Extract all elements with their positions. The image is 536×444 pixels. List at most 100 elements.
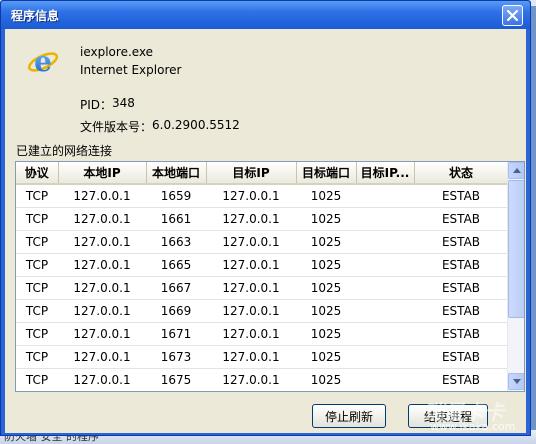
cell-local-ip: 127.0.0.1 — [58, 253, 146, 277]
cell-remote-ip-extra — [356, 322, 414, 346]
cell-remote-ip-extra — [356, 230, 414, 254]
cell-local-port: 1665 — [146, 253, 206, 277]
cell-remote-port: 1025 — [296, 184, 356, 208]
table-row[interactable]: TCP 127.0.0.1 1669 127.0.0.1 1025 ESTAB — [16, 299, 508, 323]
cell-status: ESTAB — [414, 184, 508, 208]
table-row[interactable]: TCP 127.0.0.1 1675 127.0.0.1 1025 ESTAB — [16, 368, 508, 391]
column-header-remote-port[interactable]: 目标端口 — [296, 162, 357, 185]
dialog-client-area: e iexplore.exe Internet Explorer PID： 34… — [5, 29, 526, 433]
cell-protocol: TCP — [16, 368, 58, 391]
cell-local-port: 1663 — [146, 230, 206, 254]
cell-remote-ip: 127.0.0.1 — [206, 253, 296, 277]
close-button[interactable] — [502, 5, 523, 26]
cell-remote-port: 1025 — [296, 253, 356, 277]
cell-status: ESTAB — [414, 322, 508, 346]
cell-remote-ip: 127.0.0.1 — [206, 207, 296, 231]
cell-local-ip: 127.0.0.1 — [58, 368, 146, 391]
application-name: Internet Explorer — [80, 63, 182, 77]
cell-local-ip: 127.0.0.1 — [58, 184, 146, 208]
cell-remote-port: 1025 — [296, 345, 356, 369]
scroll-down-arrow-icon — [512, 379, 521, 384]
cell-remote-port: 1025 — [296, 207, 356, 231]
scroll-up-button[interactable] — [508, 162, 524, 179]
table-row[interactable]: TCP 127.0.0.1 1671 127.0.0.1 1025 ESTAB — [16, 322, 508, 346]
column-header-remote-ip-extra[interactable]: 目标IP... — [356, 162, 415, 185]
cell-status: ESTAB — [414, 345, 508, 369]
cell-protocol: TCP — [16, 230, 58, 254]
cell-local-port: 1671 — [146, 322, 206, 346]
cell-protocol: TCP — [16, 322, 58, 346]
process-name: iexplore.exe — [80, 45, 154, 59]
cell-remote-ip: 127.0.0.1 — [206, 368, 296, 391]
cell-remote-ip-extra — [356, 276, 414, 300]
version-row: 文件版本号： 6.0.2900.5512 — [80, 118, 240, 135]
cell-local-ip: 127.0.0.1 — [58, 345, 146, 369]
table-header-row: 协议 本地IP 本地端口 目标IP 目标端口 目标IP... 状态 — [16, 162, 509, 185]
cell-remote-ip-extra — [356, 253, 414, 277]
cell-status: ESTAB — [414, 299, 508, 323]
cell-local-ip: 127.0.0.1 — [58, 276, 146, 300]
pid-label: PID： — [80, 98, 113, 112]
cell-protocol: TCP — [16, 253, 58, 277]
connections-table-container[interactable]: 协议 本地IP 本地端口 目标IP 目标端口 目标IP... 状态 TCP 127… — [15, 161, 525, 392]
cell-protocol: TCP — [16, 345, 58, 369]
cell-status: ESTAB — [414, 368, 508, 391]
cell-remote-ip: 127.0.0.1 — [206, 299, 296, 323]
column-header-protocol[interactable]: 协议 — [16, 162, 59, 185]
cell-remote-ip: 127.0.0.1 — [206, 276, 296, 300]
cell-protocol: TCP — [16, 299, 58, 323]
cell-local-port: 1675 — [146, 368, 206, 391]
cell-local-port: 1661 — [146, 207, 206, 231]
cell-local-port: 1673 — [146, 345, 206, 369]
table-row[interactable]: TCP 127.0.0.1 1673 127.0.0.1 1025 ESTAB — [16, 345, 508, 369]
cell-remote-port: 1025 — [296, 299, 356, 323]
scrollbar-thumb[interactable] — [508, 180, 524, 318]
cell-remote-ip: 127.0.0.1 — [206, 184, 296, 208]
cell-local-port: 1659 — [146, 184, 206, 208]
cell-protocol: TCP — [16, 276, 58, 300]
cell-remote-ip-extra — [356, 207, 414, 231]
cell-status: ESTAB — [414, 230, 508, 254]
column-header-local-ip[interactable]: 本地IP — [58, 162, 147, 185]
table-row[interactable]: TCP 127.0.0.1 1659 127.0.0.1 1025 ESTAB — [16, 184, 508, 208]
cell-remote-ip-extra — [356, 345, 414, 369]
pid-value: 348 — [112, 96, 135, 110]
cell-local-port: 1669 — [146, 299, 206, 323]
cell-remote-port: 1025 — [296, 230, 356, 254]
vertical-scrollbar[interactable] — [507, 162, 524, 391]
table-row[interactable]: TCP 127.0.0.1 1667 127.0.0.1 1025 ESTAB — [16, 276, 508, 300]
cell-local-ip: 127.0.0.1 — [58, 207, 146, 231]
stop-refresh-button[interactable]: 停止刷新 — [312, 404, 386, 428]
cell-remote-port: 1025 — [296, 276, 356, 300]
cell-protocol: TCP — [16, 207, 58, 231]
cell-status: ESTAB — [414, 276, 508, 300]
cell-remote-port: 1025 — [296, 322, 356, 346]
connections-label: 已建立的网络连接 — [16, 144, 113, 158]
program-info-dialog: 程序信息 e iexplore.exe Internet Explorer PI… — [0, 0, 531, 436]
table-row[interactable]: TCP 127.0.0.1 1661 127.0.0.1 1025 ESTAB — [16, 207, 508, 231]
version-label: 文件版本号： — [80, 120, 153, 134]
cell-status: ESTAB — [414, 207, 508, 231]
dialog-title: 程序信息 — [11, 8, 60, 23]
cell-status: ESTAB — [414, 253, 508, 277]
close-icon — [507, 10, 518, 21]
table-row[interactable]: TCP 127.0.0.1 1665 127.0.0.1 1025 ESTAB — [16, 253, 508, 277]
column-header-status[interactable]: 状态 — [414, 162, 509, 185]
connections-table-body: TCP 127.0.0.1 1659 127.0.0.1 1025 ESTAB TCP 127… — [16, 184, 508, 391]
cell-remote-port: 1025 — [296, 368, 356, 391]
column-header-local-port[interactable]: 本地端口 — [146, 162, 207, 185]
column-header-remote-ip[interactable]: 目标IP — [206, 162, 297, 185]
svg-text:e: e — [34, 45, 52, 78]
watermark-url: www.ikaka.com — [430, 420, 516, 433]
scroll-down-button[interactable] — [508, 373, 524, 390]
cell-local-ip: 127.0.0.1 — [58, 322, 146, 346]
cell-remote-ip-extra — [356, 184, 414, 208]
version-value: 6.0.2900.5512 — [152, 118, 240, 132]
cell-remote-ip: 127.0.0.1 — [206, 345, 296, 369]
cell-local-ip: 127.0.0.1 — [58, 230, 146, 254]
cell-remote-ip-extra — [356, 368, 414, 391]
scroll-up-arrow-icon — [512, 168, 521, 173]
title-bar[interactable]: 程序信息 — [1, 1, 530, 29]
pid-row: PID： 348 — [80, 96, 135, 113]
table-row[interactable]: TCP 127.0.0.1 1663 127.0.0.1 1025 ESTAB — [16, 230, 508, 254]
